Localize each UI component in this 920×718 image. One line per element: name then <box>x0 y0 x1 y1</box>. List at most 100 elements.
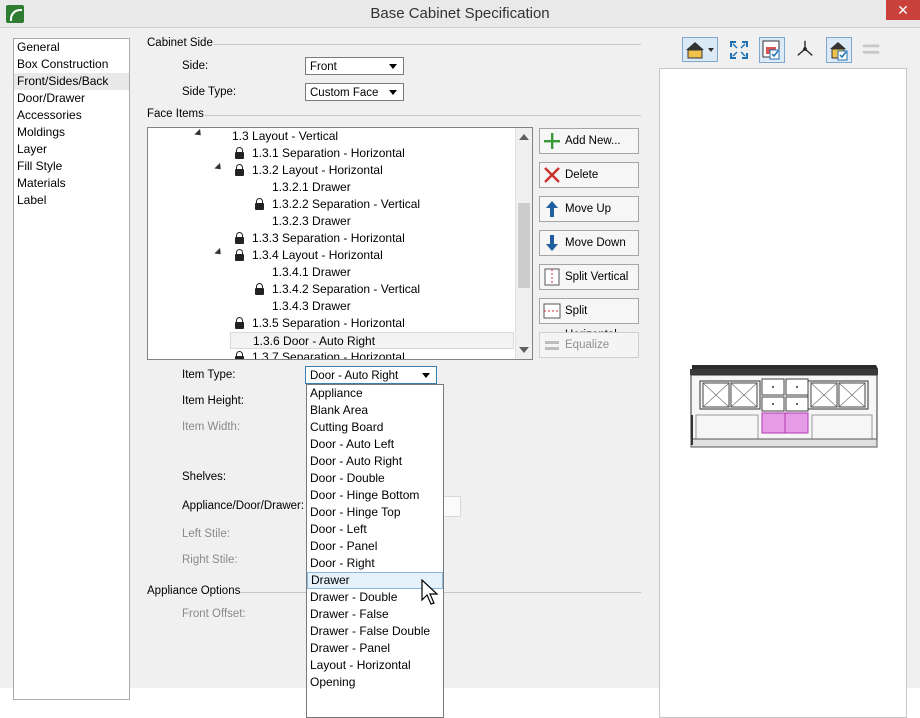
camera-view-button[interactable] <box>682 37 718 62</box>
nav-item-front-sides-back[interactable]: Front/Sides/Back <box>14 73 129 90</box>
fill-window-icon[interactable] <box>729 40 749 60</box>
nav-item-moldings[interactable]: Moldings <box>14 124 129 141</box>
dropdown-option[interactable]: Door - Double <box>307 470 443 487</box>
dropdown-option[interactable]: Door - Auto Left <box>307 436 443 453</box>
tree-item[interactable]: 1.3.3 Separation - Horizontal <box>252 230 405 247</box>
dropdown-option[interactable]: Door - Auto Right <box>307 453 443 470</box>
lock-icon <box>235 147 244 159</box>
item-type-label: Item Type: <box>182 369 236 381</box>
equalize-button[interactable]: Equalize <box>539 332 639 358</box>
lock-icon <box>235 317 244 329</box>
tree-item[interactable]: 1.3.1 Separation - Horizontal <box>252 145 405 162</box>
split-horizontal-icon <box>543 303 561 319</box>
tree-item[interactable]: 1.3.7 Separation - Horizontal <box>252 349 405 359</box>
cabinet-3d-preview-image <box>690 365 878 448</box>
side-type-select[interactable]: Custom Face <box>305 83 404 101</box>
dropdown-option[interactable]: Door - Right <box>307 555 443 572</box>
dropdown-arrow-icon <box>708 48 714 52</box>
tree-item[interactable]: 1.3.2.3 Drawer <box>272 213 351 230</box>
scroll-up-icon[interactable] <box>519 134 529 140</box>
plan-view-icon <box>762 40 780 60</box>
axes-icon[interactable] <box>795 39 815 59</box>
lock-icon <box>235 164 244 176</box>
appliance-options-heading: Appliance Options <box>147 585 241 597</box>
elevation-view-button[interactable] <box>826 37 852 63</box>
tree-item[interactable]: 1.3.4.3 Drawer <box>272 298 351 315</box>
tree-item[interactable]: 1.3 Layout - Vertical <box>232 128 338 145</box>
nav-item-general[interactable]: General <box>14 39 129 56</box>
dropdown-option[interactable]: Appliance <box>307 385 443 402</box>
shelves-label: Shelves: <box>182 471 227 483</box>
equalize-label: Equalize <box>565 339 610 351</box>
scroll-thumb[interactable] <box>518 203 530 288</box>
lock-icon <box>255 283 264 295</box>
tree-item-selected[interactable]: 1.3.6 Door - Auto Right <box>230 332 514 349</box>
chevron-down-icon <box>422 373 430 378</box>
section-divider <box>213 44 641 45</box>
tree-item[interactable]: 1.3.4.2 Separation - Vertical <box>272 281 420 298</box>
scroll-down-icon[interactable] <box>519 347 529 353</box>
close-button[interactable]: ✕ <box>886 0 920 20</box>
item-type-select-value: Door - Auto Right <box>310 370 399 382</box>
dropdown-option[interactable]: Drawer - False Double <box>307 623 443 640</box>
nav-item-accessories[interactable]: Accessories <box>14 107 129 124</box>
move-up-label: Move Up <box>565 203 612 215</box>
tree-item[interactable]: 1.3.2 Layout - Horizontal <box>252 162 383 179</box>
add-new-label: Add New... <box>565 135 621 147</box>
split-vertical-button[interactable]: Split Vertical <box>539 264 639 290</box>
tree-item[interactable]: 1.3.2.2 Separation - Vertical <box>272 196 420 213</box>
reset-icon[interactable] <box>861 40 881 60</box>
dropdown-option[interactable]: Door - Left <box>307 521 443 538</box>
dropdown-option[interactable]: Drawer - False <box>307 606 443 623</box>
elevation-view-icon <box>830 42 848 61</box>
tree-scrollbar[interactable] <box>515 128 532 359</box>
camera-view-icon <box>686 42 714 59</box>
expand-arrow-icon[interactable] <box>214 247 224 258</box>
move-down-button[interactable]: Move Down <box>539 230 639 256</box>
expand-arrow-icon[interactable] <box>194 128 204 139</box>
plan-view-button[interactable] <box>759 37 785 63</box>
right-stile-label: Right Stile: <box>182 554 238 566</box>
nav-item-materials[interactable]: Materials <box>14 175 129 192</box>
side-select[interactable]: Front <box>305 57 404 75</box>
cabinet-preview-pane[interactable] <box>659 68 907 718</box>
section-divider <box>205 115 641 116</box>
lock-icon <box>235 351 244 359</box>
move-up-button[interactable]: Move Up <box>539 196 639 222</box>
arrow-up-icon <box>546 201 558 217</box>
dropdown-option[interactable]: Door - Hinge Top <box>307 504 443 521</box>
dropdown-option[interactable]: Layout - Horizontal <box>307 657 443 674</box>
mouse-cursor-icon <box>421 579 439 605</box>
dropdown-option[interactable]: Door - Panel <box>307 538 443 555</box>
face-items-tree[interactable]: 1.3 Layout - Vertical 1.3.1 Separation -… <box>147 127 533 360</box>
expand-arrow-icon[interactable] <box>214 162 224 173</box>
side-label: Side: <box>182 60 209 72</box>
tree-item[interactable]: 1.3.4.1 Drawer <box>272 264 351 281</box>
dropdown-option[interactable]: Blank Area <box>307 402 443 419</box>
chevron-down-icon <box>389 64 397 69</box>
dialog-client: General Box Construction Front/Sides/Bac… <box>0 28 920 718</box>
equalize-icon <box>545 341 559 350</box>
lock-icon <box>235 249 244 261</box>
add-new-button[interactable]: Add New... <box>539 128 639 154</box>
appliance-door-drawer-label: Appliance/Door/Drawer: <box>182 500 305 512</box>
nav-item-door-drawer[interactable]: Door/Drawer <box>14 90 129 107</box>
dropdown-option[interactable]: Drawer - Panel <box>307 640 443 657</box>
tree-item[interactable]: 1.3.2.1 Drawer <box>272 179 351 196</box>
nav-item-fill-style[interactable]: Fill Style <box>14 158 129 175</box>
dropdown-option[interactable]: Cutting Board <box>307 419 443 436</box>
delete-button[interactable]: Delete <box>539 162 639 188</box>
delete-x-icon <box>544 167 560 183</box>
dropdown-option[interactable]: Door - Hinge Bottom <box>307 487 443 504</box>
dropdown-option[interactable]: Opening <box>307 674 443 691</box>
tree-item[interactable]: 1.3.4 Layout - Horizontal <box>252 247 383 264</box>
nav-item-layer[interactable]: Layer <box>14 141 129 158</box>
nav-item-label[interactable]: Label <box>14 192 129 209</box>
face-items-heading: Face Items <box>147 108 204 120</box>
nav-item-box-construction[interactable]: Box Construction <box>14 56 129 73</box>
library-select-box[interactable] <box>442 496 461 517</box>
item-type-select[interactable]: Door - Auto Right <box>305 366 437 384</box>
split-horizontal-button[interactable]: Split Horizontal <box>539 298 639 341</box>
tree-item[interactable]: 1.3.5 Separation - Horizontal <box>252 315 405 332</box>
item-type-dropdown-list[interactable]: Appliance Blank Area Cutting Board Door … <box>306 384 444 718</box>
